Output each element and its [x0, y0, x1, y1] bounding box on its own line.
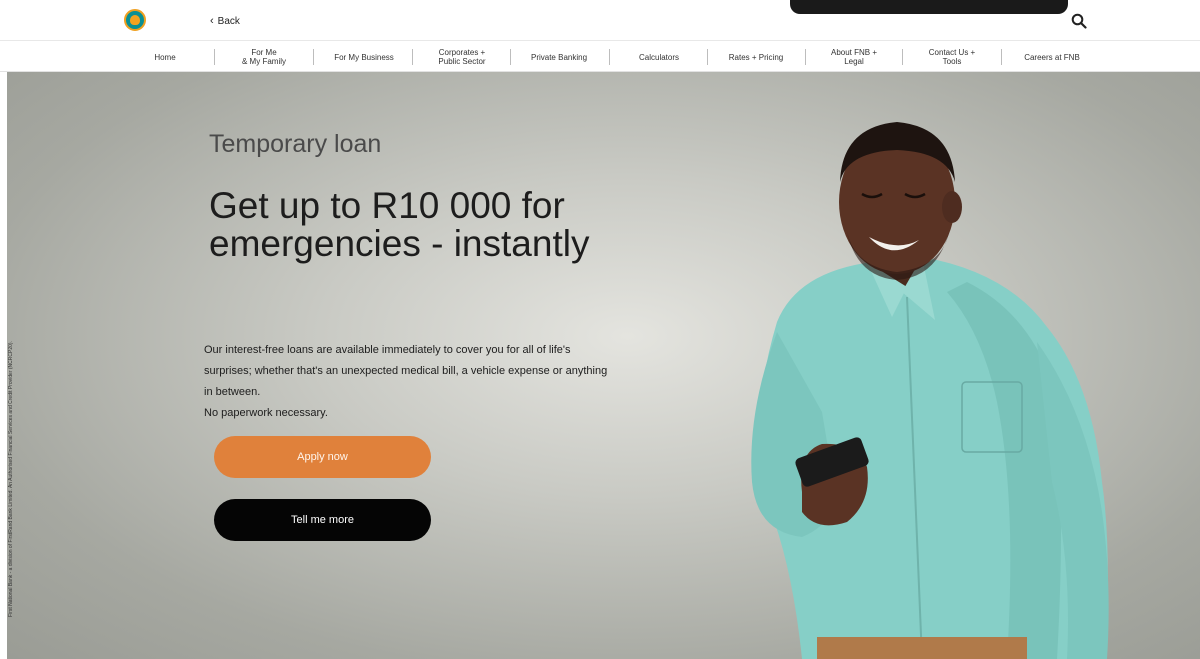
nav-item-corporates[interactable]: Corporates + Public Sector — [418, 46, 506, 68]
tree-icon — [130, 15, 140, 25]
top-bar: ‹ Back — [0, 0, 1200, 40]
nav-item-contact-us[interactable]: Contact Us + Tools — [906, 46, 998, 68]
nav-item-calculators[interactable]: Calculators — [614, 46, 704, 68]
main-nav: Home For Me & My Family For My Business … — [0, 40, 1200, 72]
nav-item-private-banking[interactable]: Private Banking — [514, 46, 604, 68]
nav-item-for-my-business[interactable]: For My Business — [318, 46, 410, 68]
back-label: Back — [217, 15, 240, 27]
nav-divider — [214, 49, 215, 65]
hero-body-paragraph: Our interest-free loans are available im… — [204, 344, 608, 398]
back-link[interactable]: ‹ Back — [210, 15, 240, 27]
legal-disclaimer: First National Bank - a division of Firs… — [8, 341, 14, 617]
nav-divider — [609, 49, 610, 65]
nav-divider — [805, 49, 806, 65]
nav-divider — [902, 49, 903, 65]
fnb-logo[interactable] — [124, 9, 146, 31]
man-with-phone-image — [751, 122, 1109, 659]
search-bar[interactable] — [790, 0, 1068, 14]
nav-item-about-fnb[interactable]: About FNB + Legal — [808, 46, 900, 68]
nav-item-for-me[interactable]: For Me & My Family — [222, 46, 306, 68]
nav-item-home[interactable]: Home — [140, 46, 190, 68]
search-icon[interactable] — [1071, 13, 1087, 29]
nav-divider — [510, 49, 511, 65]
hero-body-note: No paperwork necessary. — [204, 407, 328, 419]
hero-banner: First National Bank - a division of Firs… — [7, 72, 1200, 659]
nav-item-careers[interactable]: Careers at FNB — [1004, 46, 1100, 68]
tell-me-more-button[interactable]: Tell me more — [214, 499, 431, 541]
hero-eyebrow: Temporary loan — [209, 130, 382, 158]
hero-body: Our interest-free loans are available im… — [204, 340, 614, 424]
apply-now-button[interactable]: Apply now — [214, 436, 431, 478]
nav-divider — [707, 49, 708, 65]
nav-item-rates-pricing[interactable]: Rates + Pricing — [710, 46, 802, 68]
nav-divider — [313, 49, 314, 65]
nav-divider — [412, 49, 413, 65]
nav-divider — [1001, 49, 1002, 65]
chevron-left-icon: ‹ — [210, 15, 214, 27]
hero-headline: Get up to R10 000 for emergencies - inst… — [209, 185, 590, 264]
